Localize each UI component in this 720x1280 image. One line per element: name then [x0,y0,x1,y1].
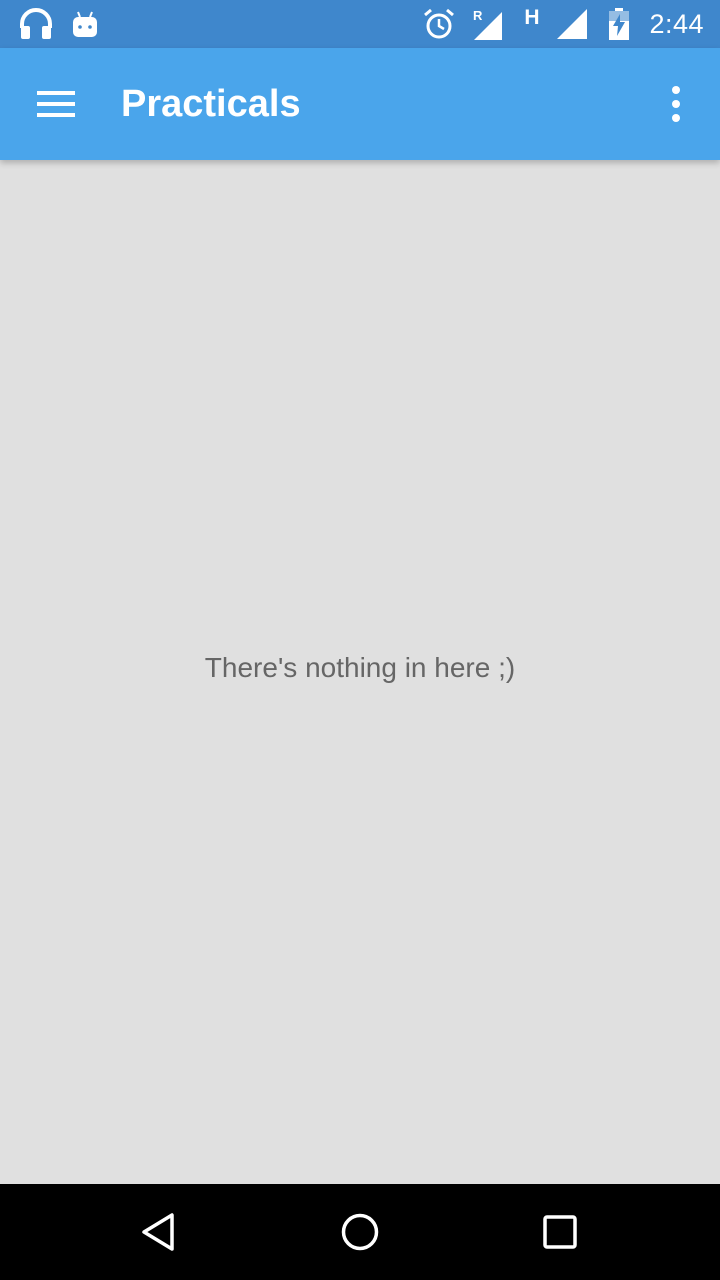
content-area: There's nothing in here ;) [0,160,720,1184]
status-clock: 2:44 [649,9,704,39]
system-navigation-bar [0,1184,720,1280]
navigation-drawer-button[interactable] [20,68,92,140]
empty-state-message: There's nothing in here ;) [204,652,516,683]
more-vert-icon [672,86,680,122]
back-icon [142,1213,174,1251]
network-type-label: H [524,6,540,29]
home-button[interactable] [324,1196,396,1268]
headphones-icon [18,0,54,48]
alarm-icon [422,0,456,48]
signal-icon [554,0,590,48]
recents-button[interactable] [524,1196,596,1268]
back-button[interactable] [124,1196,196,1268]
hamburger-menu-icon [37,91,75,117]
roaming-label: R [473,8,483,23]
home-icon [341,1213,379,1251]
status-bar: R H 2:44 [0,0,720,48]
battery-charging-icon [606,0,632,48]
android-icon [70,0,100,48]
page-title: Practicals [121,83,301,125]
app-bar: Practicals [0,48,720,160]
screen: R H 2:44 Practicals There's nothing in h… [0,0,720,1280]
network-type-h-icon: H [518,0,546,48]
overflow-menu-button[interactable] [646,68,706,140]
recents-icon [543,1215,577,1249]
signal-roaming-icon: R [470,0,506,48]
